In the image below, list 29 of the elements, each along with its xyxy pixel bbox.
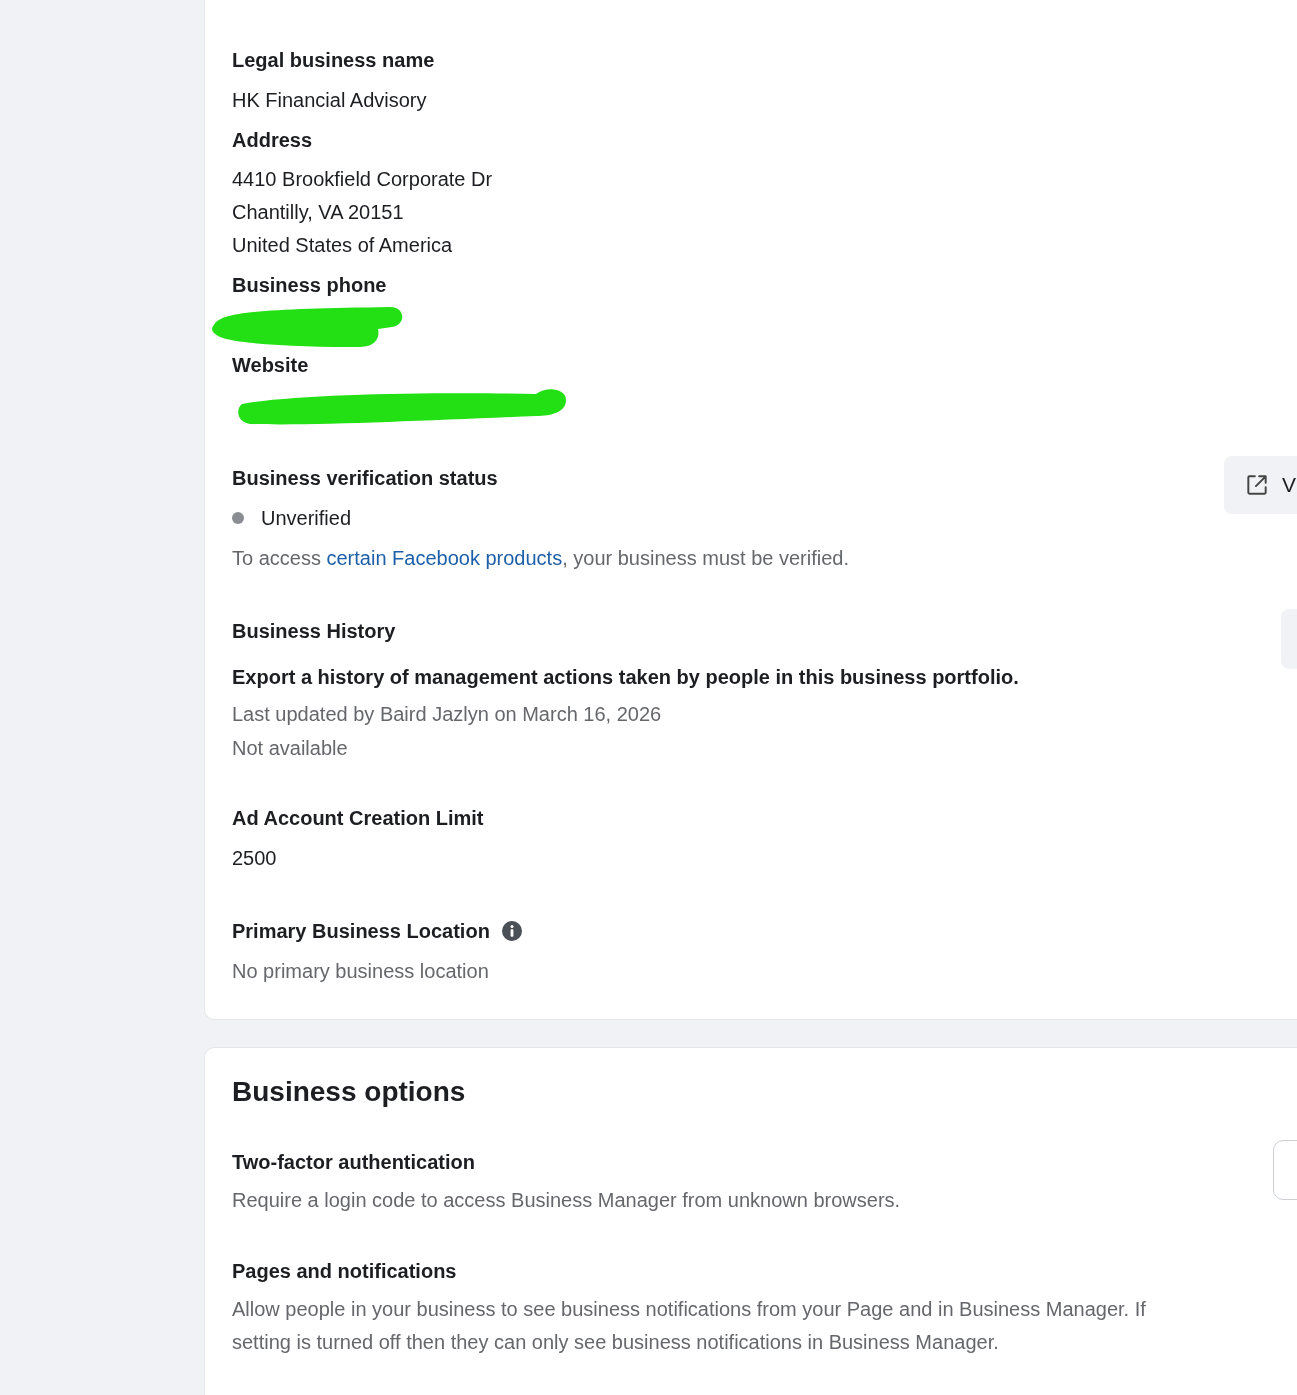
field-label: Legal business name (232, 48, 436, 73)
external-link-icon (1244, 472, 1270, 498)
field-label: Business verification status (232, 466, 499, 491)
field-label: Business phone (232, 273, 388, 298)
option-title: Pages and notifications (232, 1259, 458, 1284)
field-label: Business History (232, 619, 397, 644)
field-label: Address (232, 128, 314, 153)
history-updated: Last updated by Baird Jazlyn on March 16, 2026 (232, 702, 663, 727)
history-availability: Not available (232, 736, 349, 761)
products-link[interactable]: certain Facebook products (326, 547, 563, 569)
option-description: Allow people in your business to see business notifications from your Page and in Business Manager. If setting is turned off then they can only see business notifications in Business Manager. (232, 1297, 1147, 1355)
info-icon[interactable] (501, 921, 522, 941)
field-label: Primary Business Location (232, 919, 490, 944)
field-value: No primary business location (232, 959, 490, 984)
option-title: Two-factor authentication (232, 1150, 476, 1175)
field-value: 2500 (232, 846, 278, 871)
field-label: Ad Account Creation Limit (232, 806, 485, 831)
address-line: 4410 Brookfield Corporate Dr (232, 167, 494, 192)
field-value: HK Financial Advisory (232, 88, 428, 113)
verification-note: To access certain Facebook products, your business must be verified. (232, 546, 850, 571)
status-text: Unverified (261, 506, 352, 530)
history-description: Export a history of management actions taken by people in this business portfolio. (232, 665, 1020, 690)
view-button[interactable]: V (1224, 456, 1297, 514)
address-line: Chantilly, VA 20151 (232, 200, 405, 225)
field-label: Website (232, 353, 310, 378)
option-description: Require a login code to access Business Manager from unknown browsers. (232, 1188, 902, 1213)
status-dot (232, 512, 244, 524)
address-line: United States of America (232, 233, 454, 258)
section-heading: Business options (232, 1075, 467, 1109)
